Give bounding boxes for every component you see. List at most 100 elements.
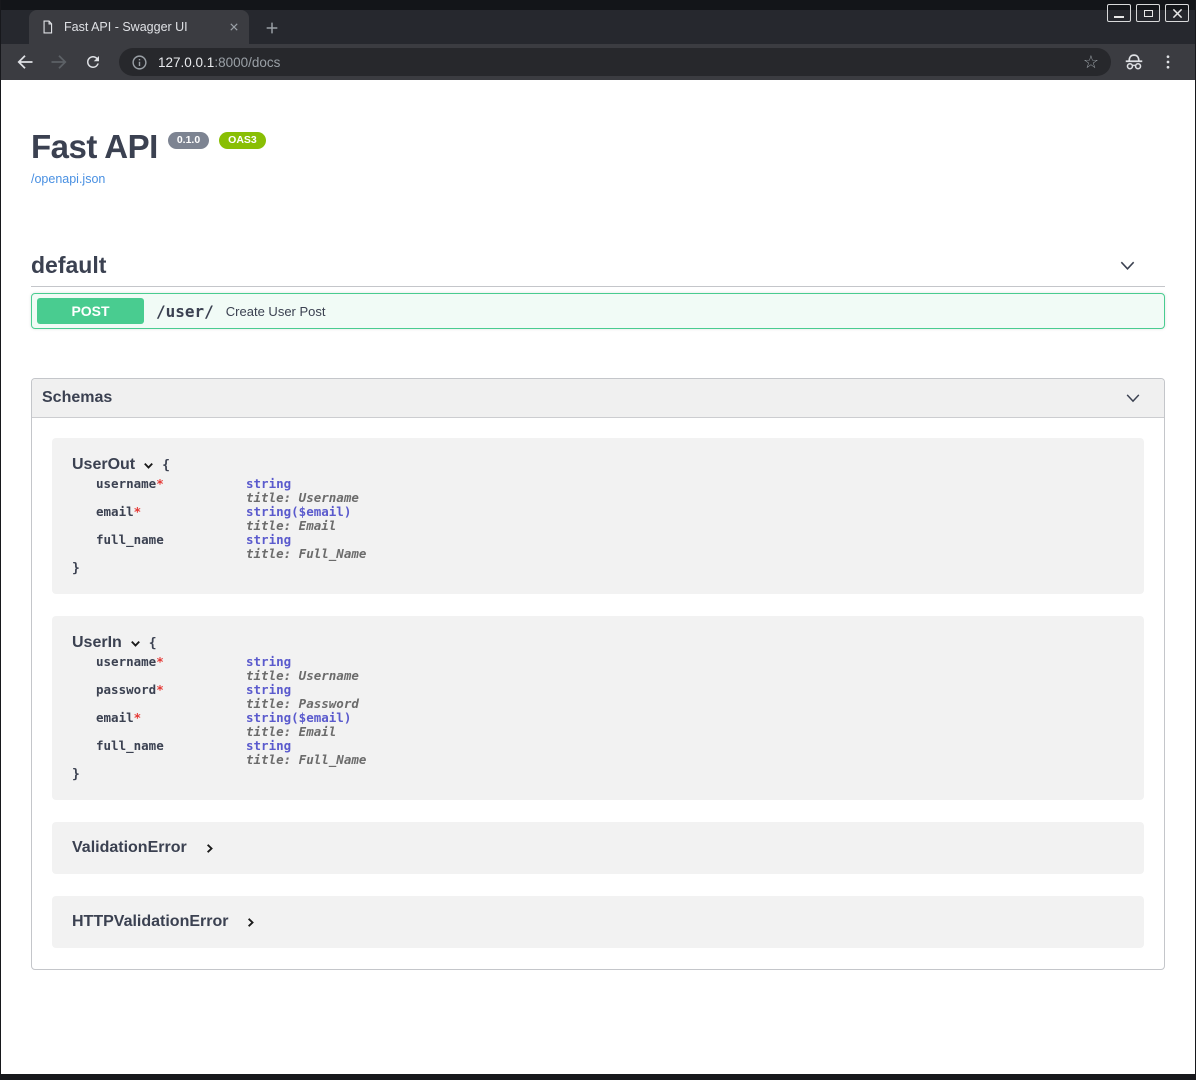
site-info-icon[interactable]: [131, 54, 148, 71]
property-title: title: Full_Name: [246, 753, 366, 767]
tab-title: Fast API - Swagger UI: [64, 20, 227, 34]
property-row: email* string($email) title: Email: [96, 711, 1124, 739]
property-name: full_name: [96, 738, 164, 753]
model-properties: username* string title: Username passwor…: [96, 655, 1124, 767]
required-star: *: [156, 654, 164, 669]
bookmark-star-icon[interactable]: ☆: [1083, 53, 1099, 71]
oas3-badge: OAS3: [219, 132, 266, 149]
schemas-body: UserOut { username* string title: Userna…: [32, 418, 1164, 969]
property-row: password* string title: Password: [96, 683, 1124, 711]
property-type: string: [246, 683, 359, 697]
chevron-down-icon: [129, 637, 142, 650]
schemas-section: Schemas UserOut {: [31, 378, 1165, 970]
model-name: UserIn: [72, 634, 122, 652]
required-star: *: [156, 682, 164, 697]
address-bar[interactable]: 127.0.0.1:8000/docs ☆: [119, 48, 1111, 76]
close-brace: }: [72, 767, 1124, 782]
openapi-json-link[interactable]: /openapi.json: [31, 172, 105, 186]
schemas-title: Schemas: [42, 389, 112, 407]
property-type: string: [246, 477, 359, 491]
property-row: full_name string title: Full_Name: [96, 533, 1124, 561]
swagger-page: Fast API 0.1.0 OAS3 /openapi.json defaul…: [1, 80, 1195, 1074]
property-title: title: Full_Name: [246, 547, 366, 561]
method-badge: POST: [37, 298, 144, 324]
model-userout: UserOut { username* string title: Userna…: [52, 438, 1144, 594]
property-row: username* string title: Username: [96, 477, 1124, 505]
close-button[interactable]: [1165, 4, 1189, 22]
property-title: title: Username: [246, 491, 359, 505]
forward-button[interactable]: [45, 48, 73, 76]
property-row: full_name string title: Full_Name: [96, 739, 1124, 767]
tag-section-default[interactable]: default: [31, 245, 1165, 287]
page-title: Fast API: [31, 130, 158, 163]
minimize-button[interactable]: [1107, 4, 1131, 22]
url-text: 127.0.0.1:8000/docs: [158, 55, 1083, 70]
chevron-right-icon: [203, 842, 216, 855]
new-tab-button[interactable]: [259, 15, 285, 41]
url-path: :8000/docs: [214, 55, 280, 70]
property-title: title: Username: [246, 669, 359, 683]
open-brace: {: [162, 458, 170, 473]
property-row: email* string($email) title: Email: [96, 505, 1124, 533]
page-favicon-icon: [40, 19, 55, 35]
model-validationerror[interactable]: ValidationError: [52, 822, 1144, 874]
model-userin-toggle[interactable]: UserIn {: [72, 634, 1124, 652]
chevron-down-icon: [142, 459, 155, 472]
model-name: UserOut: [72, 456, 135, 474]
minimize-icon: [1114, 16, 1124, 18]
url-host: 127.0.0.1: [158, 55, 214, 70]
property-title: title: Email: [246, 725, 351, 739]
required-star: *: [134, 710, 142, 725]
property-name: email: [96, 710, 134, 725]
window-bottom-border: [1, 1074, 1195, 1080]
reload-button[interactable]: [79, 48, 107, 76]
tab-strip: Fast API - Swagger UI: [1, 10, 1195, 44]
required-star: *: [156, 476, 164, 491]
toolbar-right: [1123, 51, 1177, 73]
model-httpvalidationerror[interactable]: HTTPValidationError: [52, 896, 1144, 948]
maximize-icon: [1144, 10, 1153, 17]
property-name: username: [96, 654, 156, 669]
reload-icon: [84, 53, 102, 71]
maximize-button[interactable]: [1136, 4, 1160, 22]
browser-tab[interactable]: Fast API - Swagger UI: [29, 10, 249, 44]
property-name: password: [96, 682, 156, 697]
close-icon: [1172, 8, 1183, 19]
plus-icon: [264, 20, 280, 36]
menu-kebab-icon[interactable]: [1159, 53, 1177, 71]
property-name: full_name: [96, 532, 164, 547]
window-titlebar: [1, 0, 1195, 10]
operation-path: /user/: [156, 302, 214, 321]
browser-toolbar: 127.0.0.1:8000/docs ☆: [1, 44, 1195, 80]
chevron-down-icon: [1118, 256, 1137, 275]
property-title: title: Email: [246, 519, 351, 533]
tag-name: default: [31, 252, 106, 279]
required-star: *: [134, 504, 142, 519]
property-type: string($email): [246, 711, 351, 725]
version-badge: 0.1.0: [168, 132, 209, 149]
api-info: Fast API 0.1.0 OAS3 /openapi.json: [31, 130, 1165, 188]
forward-arrow-icon: [49, 52, 69, 72]
property-row: username* string title: Username: [96, 655, 1124, 683]
window-controls: [1107, 4, 1189, 22]
open-brace: {: [149, 636, 157, 651]
property-type: string: [246, 655, 359, 669]
model-userout-toggle[interactable]: UserOut {: [72, 456, 1124, 474]
model-name: HTTPValidationError: [72, 913, 228, 931]
tab-close-icon[interactable]: [227, 20, 241, 34]
property-type: string($email): [246, 505, 351, 519]
chevron-right-icon: [244, 916, 257, 929]
property-type: string: [246, 739, 366, 753]
schemas-header[interactable]: Schemas: [32, 379, 1164, 418]
operation-summary: Create User Post: [226, 304, 326, 319]
model-properties: username* string title: Username email* …: [96, 477, 1124, 561]
operation-post-user[interactable]: POST /user/ Create User Post: [31, 293, 1165, 329]
back-button[interactable]: [11, 48, 39, 76]
property-name: email: [96, 504, 134, 519]
property-name: username: [96, 476, 156, 491]
back-arrow-icon: [15, 52, 35, 72]
close-brace: }: [72, 561, 1124, 576]
model-userin: UserIn { username* string title: Usernam…: [52, 616, 1144, 800]
incognito-icon: [1123, 51, 1145, 73]
browser-window: Fast API - Swagger UI: [0, 0, 1196, 1080]
